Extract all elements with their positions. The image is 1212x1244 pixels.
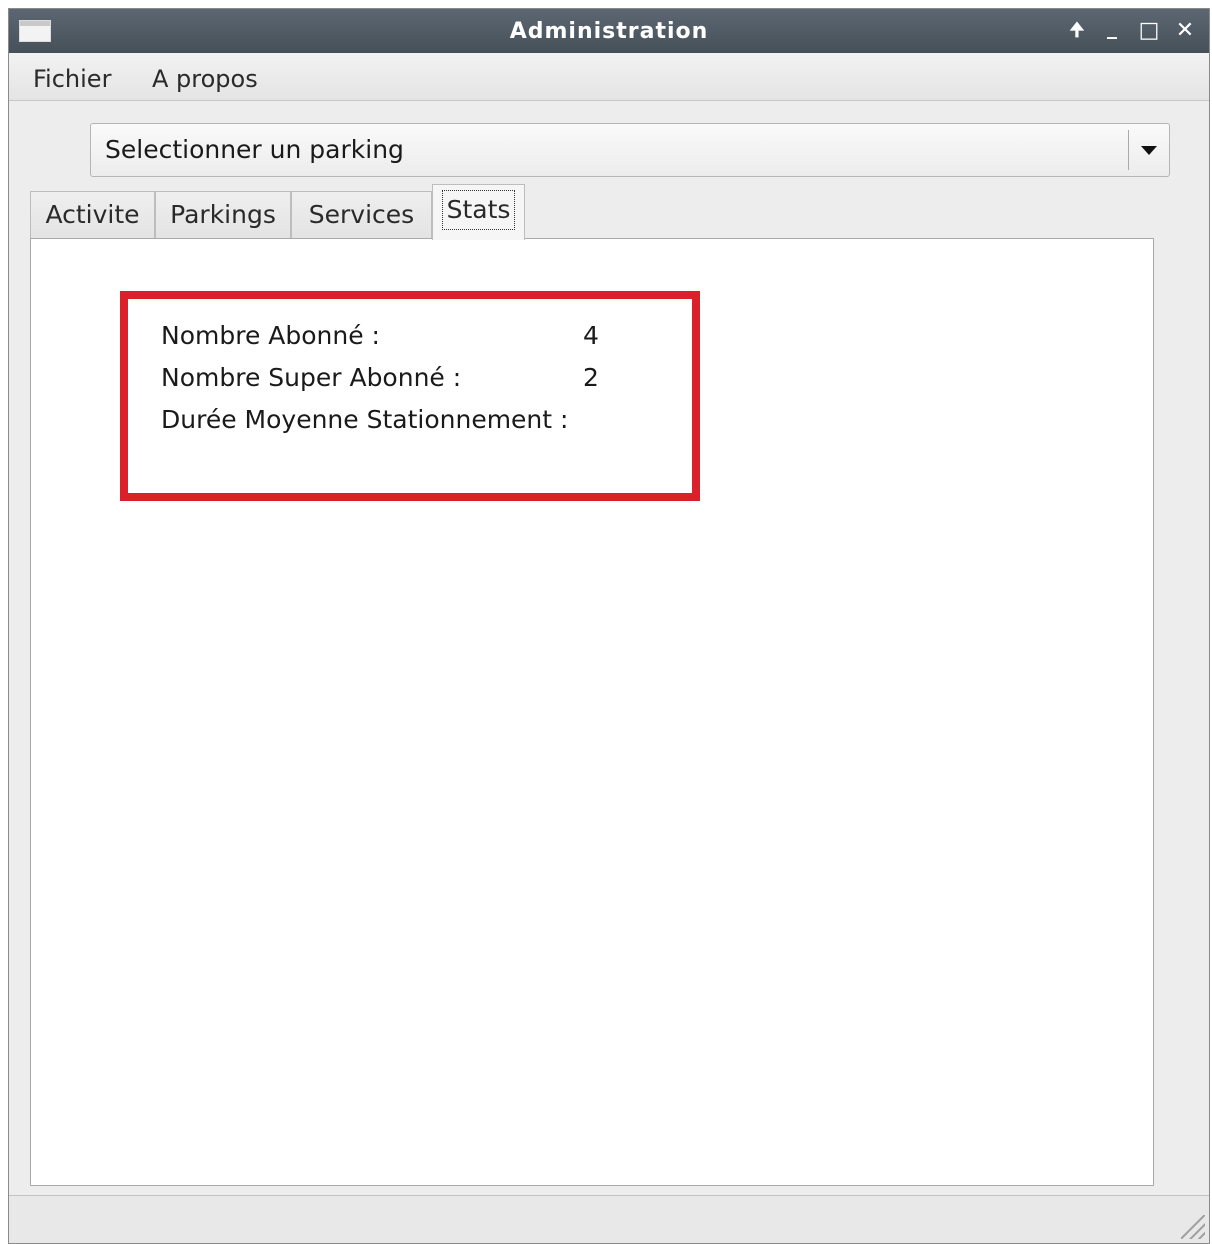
minimize-button[interactable]: _ [1100,15,1124,39]
combo-divider [1128,130,1129,170]
tab-stats-label: Stats [441,190,516,230]
window-title: Administration [509,19,709,44]
stat-label-abonne: Nombre Abonné : [161,321,380,350]
title-bar[interactable]: Administration 🠉 _ □ ✕ [9,9,1209,53]
close-button[interactable]: ✕ [1173,19,1197,43]
resize-grip-icon[interactable] [1181,1215,1205,1239]
status-bar [9,1195,1209,1243]
arrow-up-icon: 🠉 [1069,20,1085,41]
menu-fichier[interactable]: Fichier [33,65,111,93]
minimize-icon: _ [1107,15,1117,39]
tab-parkings[interactable]: Parkings [155,191,291,239]
application-window: Administration 🠉 _ □ ✕ Fichier A propos … [8,8,1210,1244]
tab-services[interactable]: Services [291,191,432,239]
chevron-down-icon[interactable] [1141,146,1157,155]
keep-above-button[interactable]: 🠉 [1065,19,1089,43]
parking-select-value: Selectionner un parking [105,135,404,164]
stat-value-abonne: 4 [583,321,599,350]
tab-activite[interactable]: Activite [30,191,155,239]
tab-stats[interactable]: Stats [432,184,525,240]
highlight-box: Nombre Abonné : 4 Nombre Super Abonné : … [120,291,700,501]
maximize-icon: □ [1138,18,1160,43]
stat-label-duree-moyenne: Durée Moyenne Stationnement : [161,405,569,434]
menu-a-propos[interactable]: A propos [152,65,258,93]
stats-panel: Nombre Abonné : 4 Nombre Super Abonné : … [30,238,1154,1186]
maximize-button[interactable]: □ [1137,19,1161,43]
menu-bar: Fichier A propos [9,53,1209,101]
stat-label-super-abonne: Nombre Super Abonné : [161,363,462,392]
parking-select[interactable]: Selectionner un parking [90,123,1170,177]
stat-value-super-abonne: 2 [583,363,599,392]
close-icon: ✕ [1175,18,1195,43]
